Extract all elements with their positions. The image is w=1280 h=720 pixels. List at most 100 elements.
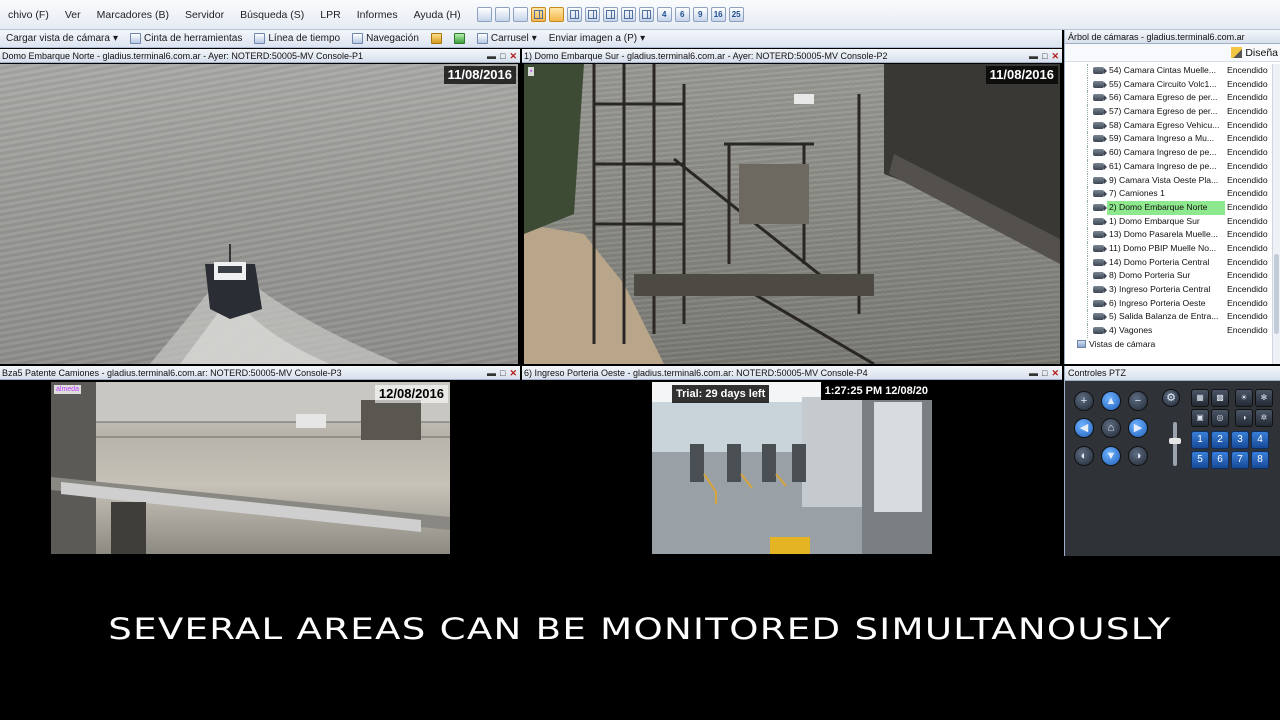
tree-row[interactable]: 58) Camara Egreso Vehicu... Encendido bbox=[1065, 118, 1273, 133]
scrollbar-thumb[interactable] bbox=[1274, 254, 1279, 334]
preset-3-button[interactable]: 3 bbox=[1231, 431, 1249, 449]
menu-lpr[interactable]: LPR bbox=[312, 0, 348, 30]
scan-icon[interactable]: ◎ bbox=[1211, 409, 1229, 427]
camera-state: Encendido bbox=[1227, 284, 1268, 294]
video-panel-2[interactable]: 1) Domo Embarque Sur - gladius.terminal6… bbox=[522, 49, 1062, 364]
preset-2-button[interactable]: 2 bbox=[1211, 431, 1229, 449]
export-icon[interactable] bbox=[494, 7, 510, 22]
focus-far-icon[interactable]: ◑ bbox=[1128, 446, 1148, 466]
tree-row[interactable]: 59) Camara Ingreso a Mu... Encendido bbox=[1065, 132, 1273, 147]
pattern-icon[interactable]: ▣ bbox=[1191, 409, 1209, 427]
layout-16-button[interactable]: 16 bbox=[710, 7, 726, 22]
minimize-icon[interactable]: ▬ bbox=[487, 366, 496, 379]
layout-4-button[interactable]: 4 bbox=[656, 7, 672, 22]
layout-cross-icon[interactable] bbox=[548, 7, 564, 22]
tree-row[interactable]: 13) Domo Pasarela Muelle... Encendido bbox=[1065, 228, 1273, 242]
snowflake-icon[interactable]: ✻ bbox=[1255, 389, 1273, 407]
tree-row[interactable]: 11) Domo PBIP Muelle No... Encendido bbox=[1065, 241, 1273, 256]
preset-7-button[interactable]: 7 bbox=[1231, 451, 1249, 469]
minimize-icon[interactable]: ▬ bbox=[1029, 366, 1038, 379]
preset-grid-icon[interactable]: ▦ bbox=[1191, 389, 1209, 407]
menu-archivo[interactable]: chivo (F) bbox=[0, 0, 57, 30]
tree-row-selected[interactable]: 2) Domo Embarque Norte Encendido bbox=[1065, 200, 1273, 215]
layout-9-button[interactable]: 9 bbox=[692, 7, 708, 22]
layout-25-button[interactable]: 25 bbox=[728, 7, 744, 22]
tree-row[interactable]: 56) Camara Egreso de per... Encendido bbox=[1065, 91, 1273, 106]
preset-8-button[interactable]: 8 bbox=[1251, 451, 1269, 469]
focus-near-icon[interactable]: ◐ bbox=[1074, 446, 1094, 466]
tour-icon[interactable]: ▩ bbox=[1211, 389, 1229, 407]
maximize-icon[interactable]: □ bbox=[500, 366, 505, 379]
layout-grid-icon[interactable] bbox=[530, 7, 546, 22]
video-panel-3[interactable]: Bza5 Patente Camiones - gladius.terminal… bbox=[0, 366, 520, 556]
layout-6-button[interactable]: 6 bbox=[674, 7, 690, 22]
layout-1-icon[interactable] bbox=[566, 7, 582, 22]
send-image-dropdown[interactable]: Enviar imagen a (P) ▾ bbox=[543, 33, 651, 44]
layout-2-icon[interactable] bbox=[584, 7, 600, 22]
camera-views-node[interactable]: Vistas de cámara bbox=[1065, 338, 1273, 351]
tree-row[interactable]: 5) Salida Balanza de Entra... Encendido bbox=[1065, 310, 1273, 325]
menu-ver[interactable]: Ver bbox=[57, 0, 89, 30]
tree-row[interactable]: 3) Ingreso Porteria Central Encendido bbox=[1065, 283, 1273, 297]
menu-busqueda[interactable]: Búsqueda (S) bbox=[232, 0, 312, 30]
close-icon[interactable]: ✕ bbox=[509, 49, 517, 62]
menu-servidor[interactable]: Servidor bbox=[177, 0, 232, 30]
tree-row[interactable]: 4) Vagones Encendido bbox=[1065, 324, 1273, 338]
design-button[interactable]: Diseña bbox=[1245, 47, 1278, 59]
menu-ayuda[interactable]: Ayuda (H) bbox=[406, 0, 469, 30]
menu-informes[interactable]: Informes bbox=[349, 0, 406, 30]
tree-row[interactable]: 6) Ingreso Porteria Oeste Encendido bbox=[1065, 296, 1273, 311]
maximize-icon[interactable]: □ bbox=[1042, 366, 1047, 379]
video-panel-4[interactable]: 6) Ingreso Porteria Oeste - gladius.term… bbox=[522, 366, 1062, 556]
contrast-icon[interactable]: ◑ bbox=[1235, 409, 1253, 427]
tree-row[interactable]: 7) Camiones 1 Encendido bbox=[1065, 187, 1273, 201]
tree-row[interactable]: 1) Domo Embarque Sur Encendido bbox=[1065, 214, 1273, 229]
tree-row[interactable]: 55) Camara Circuito Volc1... Encendido bbox=[1065, 77, 1273, 92]
speed-slider[interactable] bbox=[1169, 422, 1181, 466]
close-icon[interactable]: ✕ bbox=[1051, 366, 1059, 379]
load-camera-view-dropdown[interactable]: Cargar vista de cámara ▾ bbox=[0, 33, 124, 44]
brightness-icon[interactable]: ☀ bbox=[1235, 389, 1253, 407]
iris-icon[interactable]: ⚙ bbox=[1162, 389, 1180, 407]
close-icon[interactable]: ✕ bbox=[509, 366, 517, 379]
minimize-icon[interactable]: ▬ bbox=[1029, 49, 1038, 62]
layout-3-icon[interactable] bbox=[602, 7, 618, 22]
pan-left-icon[interactable]: ◀ bbox=[1074, 418, 1094, 438]
carousel-button[interactable]: Carrusel ▾ bbox=[471, 33, 543, 44]
zoom-out-icon[interactable]: − bbox=[1128, 391, 1148, 411]
snapshot-button[interactable] bbox=[448, 33, 471, 44]
menu-marcadores[interactable]: Marcadores (B) bbox=[89, 0, 177, 30]
preset-6-button[interactable]: 6 bbox=[1211, 451, 1229, 469]
preset-5-button[interactable]: 5 bbox=[1191, 451, 1209, 469]
maximize-icon[interactable]: □ bbox=[500, 49, 505, 62]
tree-row[interactable]: 60) Camara Ingreso de pe... Encendido bbox=[1065, 146, 1273, 160]
home-icon[interactable]: ⌂ bbox=[1101, 418, 1121, 438]
pan-right-icon[interactable]: ▶ bbox=[1128, 418, 1148, 438]
maximize-icon[interactable]: □ bbox=[1042, 49, 1047, 62]
tree-row[interactable]: 9) Camara Vista Oeste Pla... Encendido bbox=[1065, 173, 1273, 188]
tree-scrollbar[interactable] bbox=[1272, 64, 1280, 364]
layout-5-icon[interactable] bbox=[638, 7, 654, 22]
zoom-in-icon[interactable]: + bbox=[1074, 391, 1094, 411]
settings-icon[interactable]: ✲ bbox=[1255, 409, 1273, 427]
monitor-icon[interactable] bbox=[512, 7, 528, 22]
navigation-button[interactable]: Navegación bbox=[346, 33, 425, 44]
preset-4-button[interactable]: 4 bbox=[1251, 431, 1269, 449]
tree-row[interactable]: 61) Camara Ingreso de pe... Encendido bbox=[1065, 159, 1273, 174]
video-panel-1[interactable]: Domo Embarque Norte - gladius.terminal6.… bbox=[0, 49, 520, 364]
minimize-icon[interactable]: ▬ bbox=[487, 49, 496, 62]
pan-up-icon[interactable]: ▲ bbox=[1101, 391, 1121, 411]
pan-down-icon[interactable]: ▼ bbox=[1101, 446, 1121, 466]
close-icon[interactable]: ✕ bbox=[1051, 49, 1059, 62]
tree-row[interactable]: 57) Camara Egreso de per... Encendido bbox=[1065, 105, 1273, 119]
lock-button[interactable] bbox=[425, 33, 448, 44]
tree-row[interactable]: 8) Domo Porteria Sur Encendido bbox=[1065, 269, 1273, 283]
preset-1-button[interactable]: 1 bbox=[1191, 431, 1209, 449]
layout-4-icon[interactable] bbox=[620, 7, 636, 22]
arrow-up-icon[interactable] bbox=[476, 7, 492, 22]
tree-row[interactable]: 14) Domo Porteria Central Encendido bbox=[1065, 255, 1273, 270]
slider-knob[interactable] bbox=[1169, 438, 1181, 444]
timeline-button[interactable]: Línea de tiempo bbox=[248, 33, 346, 44]
toolbar-tape-button[interactable]: Cinta de herramientas bbox=[124, 33, 248, 44]
tree-row[interactable]: 54) Camara Cintas Muelle... Encendido bbox=[1065, 64, 1273, 78]
